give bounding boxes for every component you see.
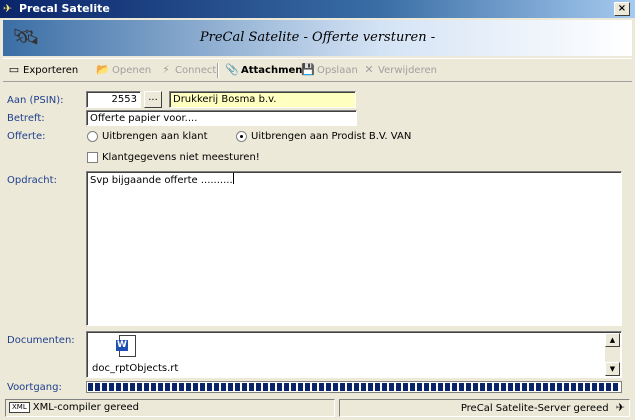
radio-klant-label: Uitbrengen aan klant — [102, 131, 208, 142]
application-window: ✈ Precal Satelite × 🛰 PreCal Satelite - … — [0, 0, 635, 420]
progress-bar — [86, 381, 622, 393]
delete-x-icon: ✕ — [364, 63, 374, 76]
offerte-label: Offerte: — [7, 131, 46, 142]
attachment-button[interactable]: 📎 Attachment — [225, 62, 307, 78]
window-title: Precal Satelite — [19, 2, 110, 15]
psin-lookup-button[interactable]: ... — [144, 91, 162, 108]
banner-title: PreCal Satelite - Offerte versturen - — [199, 30, 436, 45]
save-icon: 💾 — [301, 63, 315, 76]
voortgang-label: Voortgang: — [7, 382, 62, 393]
klantgegevens-checkbox[interactable] — [87, 152, 98, 163]
open-button[interactable]: 📂 Openen — [96, 62, 151, 78]
word-document-icon: W — [116, 335, 140, 359]
connect-label: Connect — [175, 65, 217, 76]
scroll-down-button[interactable]: ▼ — [605, 362, 620, 376]
save-label: Opslaan — [317, 65, 358, 76]
export-button[interactable]: ▭ Exporteren — [7, 62, 78, 78]
status-bar: XML XML-compiler gereed PreCal Satelite-S… — [3, 398, 632, 418]
document-name: doc_rptObjects.rt — [92, 363, 179, 374]
connect-icon: ⚡ — [162, 63, 170, 76]
status-right-text: PreCal Satelite-Server gereed — [460, 403, 609, 414]
header-banner: 🛰 PreCal Satelite - Offerte versturen - — [3, 20, 632, 56]
close-button[interactable]: × — [614, 2, 630, 16]
connect-button[interactable]: ⚡ Connect — [159, 62, 216, 78]
toolbar: ▭ Exporteren 📂 Openen ⚡ Connect 📎 Attachment… — [3, 58, 632, 82]
radio-prodist-label: Uitbrengen aan Prodist B.V. VAN — [251, 131, 412, 142]
satellite-icon: ✈ — [615, 401, 625, 414]
status-left-text: XML-compiler gereed — [32, 402, 139, 413]
status-panel-right: PreCal Satelite-Server gereed ✈ — [339, 399, 630, 417]
open-label: Openen — [112, 65, 152, 76]
radio-selected-dot — [240, 135, 243, 138]
documenten-label: Documenten: — [7, 335, 75, 346]
satellite-icon: ✈ — [3, 2, 13, 15]
aan-label: Aan (PSIN): — [7, 95, 64, 106]
delete-label: Verwijderen — [378, 65, 437, 76]
radio-prodist[interactable] — [236, 131, 247, 142]
progress-fill — [88, 383, 620, 391]
save-button[interactable]: 💾 Opslaan — [301, 62, 358, 78]
title-bar: ✈ Precal Satelite × — [0, 0, 635, 18]
opdracht-text: Svp bijgaande offerte .......... — [90, 175, 233, 186]
betreft-label: Betreft: — [7, 113, 45, 124]
klantgegevens-label: Klantgegevens niet meesturen! — [102, 152, 260, 163]
delete-button[interactable]: ✕ Verwijderen — [362, 62, 437, 78]
opdracht-textarea[interactable]: Svp bijgaande offerte .......... — [86, 171, 622, 326]
documents-list: W doc_rptObjects.rt ▲ ▼ — [86, 331, 622, 378]
folder-open-icon: 📂 — [96, 63, 110, 76]
opdracht-label: Opdracht: — [7, 175, 57, 186]
export-label: Exporteren — [23, 65, 79, 76]
psin-input[interactable]: 2553 — [86, 91, 141, 108]
toolbar-separator — [217, 63, 219, 78]
documents-scrollbar[interactable]: ▲ ▼ — [605, 333, 620, 376]
text-cursor — [232, 173, 234, 184]
attachment-label: Attachment — [241, 65, 308, 76]
export-icon: ▭ — [8, 63, 20, 76]
radio-klant[interactable] — [87, 131, 98, 142]
document-item[interactable]: W doc_rptObjects.rt — [89, 333, 184, 377]
company-name-field: Drukkerij Bosma b.v. — [169, 91, 356, 108]
betreft-input[interactable]: Offerte papier voor.... — [86, 110, 357, 126]
status-panel-left: XML XML-compiler gereed — [5, 399, 335, 417]
paperclip-icon: 📎 — [225, 63, 239, 76]
xml-icon: XML — [9, 402, 30, 413]
scroll-up-button[interactable]: ▲ — [605, 333, 620, 347]
